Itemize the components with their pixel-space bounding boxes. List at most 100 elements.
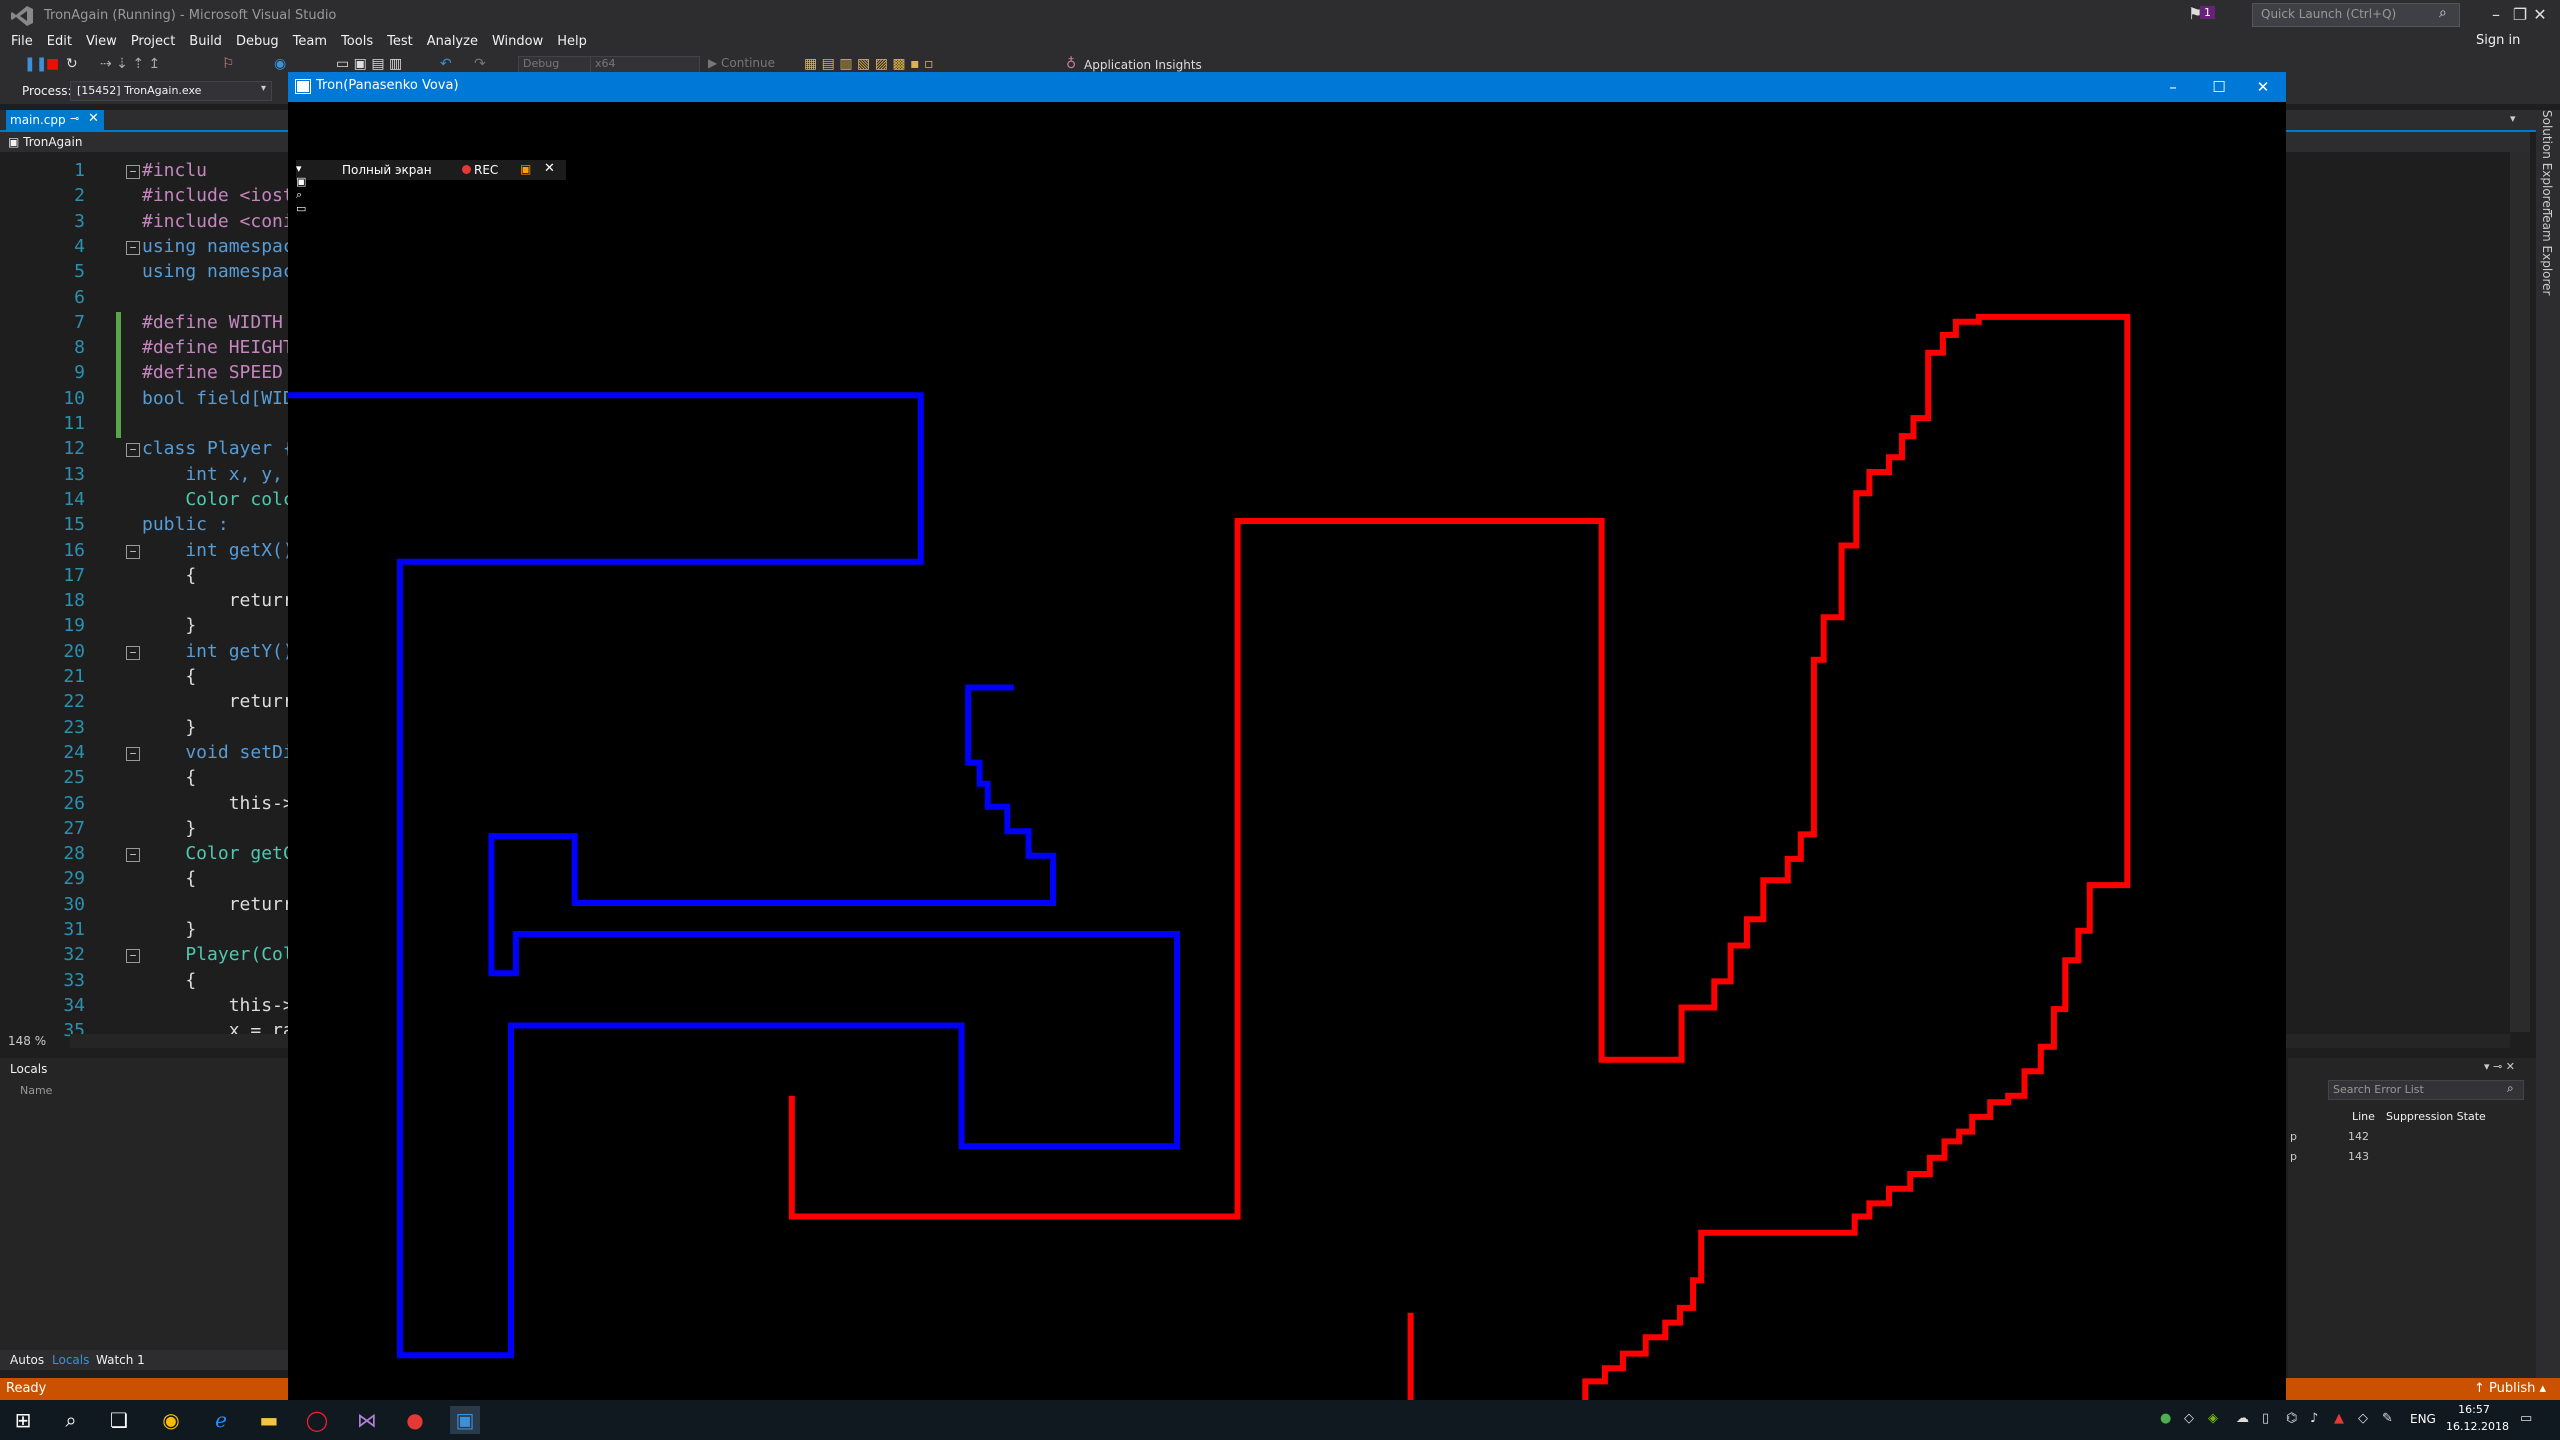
code-line[interactable]: bool field[WID — [142, 388, 294, 409]
record-label[interactable]: REC — [474, 163, 498, 177]
toolbar-misc-icons[interactable]: ▦ ▤ ▥ ▧ ▨ ▩ ▪ ▫ — [804, 56, 934, 72]
team-explorer-tab[interactable]: Team Explorer — [2540, 210, 2554, 296]
visual-studio-icon[interactable]: ⋈ — [352, 1406, 382, 1434]
code-line[interactable]: #inclu — [142, 160, 207, 181]
search-icon[interactable]: ⌕ — [2507, 1081, 2514, 1096]
error-row-line[interactable]: 142 — [2348, 1130, 2369, 1143]
code-line[interactable]: Color colc — [142, 489, 293, 510]
search-icon[interactable]: ⌕ — [2439, 5, 2447, 21]
undo-icon[interactable]: ↶ — [440, 56, 452, 72]
zoom-level[interactable]: 148 % — [8, 1034, 46, 1048]
edge-icon[interactable]: ℯ — [206, 1406, 236, 1434]
game-titlebar[interactable]: Tron(Panasenko Vova) – ☐ ✕ — [288, 72, 2286, 102]
code-line[interactable]: this-> — [142, 995, 294, 1016]
navigate-back-icon[interactable]: ◉ — [274, 56, 286, 72]
code-line[interactable]: using namespac — [142, 236, 294, 257]
close-icon[interactable]: ✕ — [88, 111, 99, 126]
code-line[interactable]: { — [142, 970, 196, 991]
game-canvas[interactable] — [288, 102, 2286, 1400]
fold-toggle-icon[interactable]: − — [126, 949, 140, 964]
tray-alert-icon[interactable]: ▲ — [2334, 1411, 2344, 1426]
close-icon[interactable]: ✕ — [544, 161, 555, 176]
fold-toggle-icon[interactable]: − — [126, 645, 140, 660]
error-row-file[interactable]: p — [2290, 1130, 2297, 1143]
search-icon[interactable]: ⌕ — [56, 1406, 86, 1434]
file-explorer-icon[interactable]: ▬ — [254, 1406, 284, 1434]
fold-toggle-icon[interactable]: − — [126, 848, 140, 863]
application-insights-icon[interactable]: ♁ — [1066, 56, 1076, 72]
menu-debug[interactable]: Debug — [229, 31, 286, 53]
continue-button[interactable]: ▶ Continue — [708, 56, 775, 70]
quick-launch-input[interactable]: Quick Launch (Ctrl+Q) ⌕ — [2252, 3, 2460, 27]
network-icon[interactable]: ⌬ — [2286, 1411, 2297, 1426]
maximize-icon[interactable]: ☐ — [2196, 72, 2242, 102]
clock-date[interactable]: 16.12.2018 — [2446, 1420, 2509, 1433]
code-line[interactable]: #define HEIGHT — [142, 337, 294, 358]
code-line[interactable]: #include <iost — [142, 185, 294, 206]
fold-toggle-icon[interactable]: − — [126, 165, 140, 179]
code-line[interactable]: } — [142, 818, 196, 839]
column-line[interactable]: Line — [2352, 1110, 2375, 1123]
menu-team[interactable]: Team — [286, 31, 334, 53]
code-line[interactable]: returr — [142, 590, 294, 611]
exception-icon[interactable]: ⚐ — [222, 56, 235, 72]
volume-icon[interactable]: ♪ — [2310, 1411, 2318, 1426]
menu-window[interactable]: Window — [485, 31, 550, 53]
pen-icon[interactable]: ✎ — [2382, 1411, 2393, 1426]
record-icon[interactable] — [462, 165, 471, 174]
menu-file[interactable]: File — [4, 31, 40, 53]
solution-explorer-tab[interactable]: Solution Explorer — [2540, 110, 2554, 213]
file-toolbar-icons[interactable]: ▭ ▣ ▤ ▥ — [336, 56, 402, 72]
error-list-search-input[interactable]: Search Error List ⌕ — [2328, 1080, 2524, 1100]
clock-time[interactable]: 16:57 — [2446, 1403, 2502, 1416]
step-icons[interactable]: ⇢ ⇣ ⇡ ↥ — [100, 56, 160, 72]
menu-help[interactable]: Help — [550, 31, 594, 53]
battery-icon[interactable]: ▯ — [2262, 1411, 2269, 1426]
menu-project[interactable]: Project — [124, 31, 182, 53]
opera-icon[interactable]: ◯ — [302, 1406, 332, 1434]
code-line[interactable]: class Player { — [142, 438, 294, 459]
process-dropdown[interactable]: [15452] TronAgain.exe ▾ — [70, 81, 272, 101]
error-row-file[interactable]: p — [2290, 1150, 2297, 1163]
tray-shield-icon[interactable]: ◇ — [2358, 1411, 2368, 1426]
recorder-app-icon[interactable]: ● — [400, 1406, 430, 1434]
menu-edit[interactable]: Edit — [40, 31, 79, 53]
tray-chevron-icon[interactable]: ◇ — [2184, 1411, 2194, 1426]
code-line[interactable]: this-> — [142, 793, 294, 814]
close-icon[interactable]: ✕ — [2520, 2, 2560, 28]
minimize-icon[interactable]: – — [2150, 72, 2196, 102]
pin-icon[interactable]: ⊸ — [70, 112, 79, 125]
recorder-mode-icons[interactable]: ▾ ▣ ⌕ ▭ — [296, 162, 310, 215]
code-line[interactable]: int x, y, — [142, 464, 283, 485]
code-line[interactable]: using namespac — [142, 261, 294, 282]
windows-start-icon[interactable]: ⊞ — [8, 1406, 38, 1434]
menu-build[interactable]: Build — [182, 31, 229, 53]
code-line[interactable]: #define SPEED — [142, 362, 283, 383]
code-line[interactable]: } — [142, 717, 196, 738]
tab-list-dropdown-icon[interactable]: ▾ — [2510, 112, 2516, 125]
locals-name-column[interactable]: Name — [20, 1084, 52, 1097]
menu-tools[interactable]: Tools — [334, 31, 380, 53]
fold-toggle-icon[interactable]: − — [126, 544, 140, 559]
application-insights-button[interactable]: Application Insights — [1084, 58, 1202, 72]
code-line[interactable]: { — [142, 767, 196, 788]
chrome-icon[interactable]: ◉ — [156, 1406, 186, 1434]
menu-analyze[interactable]: Analyze — [420, 31, 485, 53]
recorder-mode-label[interactable]: Полный экран — [342, 163, 432, 177]
menu-view[interactable]: View — [79, 31, 124, 53]
column-suppression-state[interactable]: Suppression State — [2386, 1110, 2486, 1123]
code-line[interactable]: } — [142, 615, 196, 636]
tray-app-icon[interactable]: ● — [2160, 1411, 2171, 1426]
tron-app-icon[interactable]: ▣ — [450, 1406, 480, 1434]
code-line[interactable]: { — [142, 666, 196, 687]
sign-in-link[interactable]: Sign in — [2476, 33, 2520, 48]
restart-icon[interactable]: ↻ — [66, 56, 78, 72]
panel-controls-icons[interactable]: ▾ ⊸ ✕ — [2484, 1060, 2515, 1073]
close-icon[interactable]: ✕ — [2240, 72, 2286, 102]
tab-main-cpp[interactable]: main.cpp ⊸ ✕ — [6, 110, 104, 130]
code-line[interactable]: returr — [142, 894, 294, 915]
code-line[interactable]: void setDi — [142, 742, 293, 763]
task-view-icon[interactable]: ❏ — [104, 1406, 134, 1434]
nvidia-tray-icon[interactable]: ◈ — [2208, 1411, 2218, 1426]
stop-icon[interactable]: ■ — [46, 56, 59, 72]
